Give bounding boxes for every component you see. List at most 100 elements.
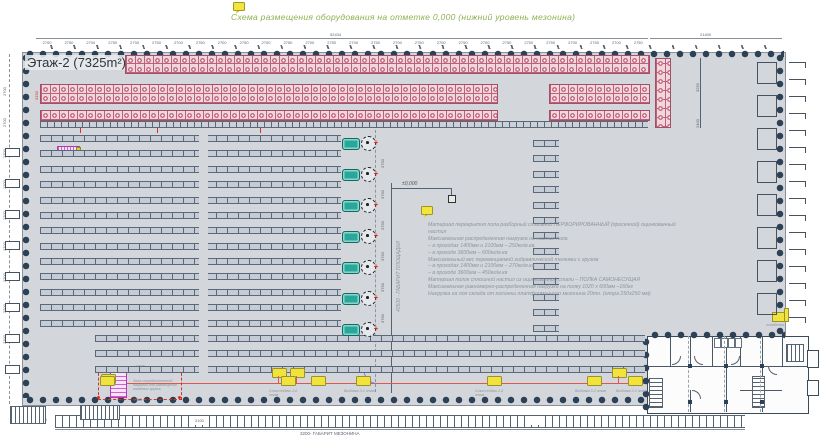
door-leaf-icon	[5, 241, 20, 250]
office-column	[760, 364, 764, 368]
dim-label-top: 2700	[605, 40, 627, 45]
grid-marker: +	[372, 263, 380, 271]
grid-marker: +	[372, 201, 380, 209]
grid-marker: +	[372, 325, 380, 333]
dim-label-top: 2750	[58, 40, 80, 45]
door-leaf-icon	[789, 79, 806, 85]
dim-label-mid: 3750	[380, 181, 385, 199]
door-leaf-icon	[789, 300, 806, 306]
dim-label-top: 2750	[540, 40, 562, 45]
clearance-line	[391, 183, 392, 393]
dim-label-top: 2750	[102, 40, 124, 45]
elevation-label: ±0,000	[402, 181, 417, 187]
door-leaf-icon	[789, 266, 806, 272]
dim-label-mid: 3750	[380, 150, 385, 168]
drum-rack-row	[40, 110, 498, 121]
floor-plan-drawing: Схема размещения оборудования на отметке…	[0, 0, 820, 440]
door-leaf-icon	[789, 198, 806, 204]
dim-label-top: 2700	[211, 40, 233, 45]
door-leaf-icon	[789, 147, 806, 153]
dim-label-top: 2700	[124, 40, 146, 45]
dim-label-top: 2700	[255, 40, 277, 45]
door-leaf-icon	[5, 148, 20, 157]
drawing-title: Схема размещения оборудования на отметке…	[231, 12, 575, 22]
door-leaf-icon	[789, 164, 806, 170]
red-mark	[157, 128, 158, 133]
door-leaf-icon	[789, 317, 806, 323]
dim-overall-left: 52434	[330, 32, 341, 37]
office-wall	[670, 336, 671, 366]
zone-label: Зона сосредоточенной нагрузки для размещ…	[133, 379, 179, 392]
dim-label-top: 2700	[474, 40, 496, 45]
door-leaf-icon	[5, 272, 20, 281]
callout-marker[interactable]	[628, 376, 643, 386]
red-mark	[260, 128, 261, 133]
stairs	[786, 344, 804, 362]
dim-label-top: 2700	[562, 40, 584, 45]
rack-row	[40, 289, 341, 296]
dim-label-mid: 3750	[380, 305, 385, 323]
dock-comb-strip	[55, 415, 745, 428]
picking-machine	[342, 324, 360, 336]
forklift-label: штабелер	[766, 323, 796, 327]
bottom-overall-dim: 3200- ГАБАРИТ МЕЗОНИНА	[300, 431, 360, 436]
dim-label: 3250	[695, 83, 700, 92]
door-leaf-icon	[789, 96, 806, 102]
exterior-stairs	[10, 406, 46, 424]
callout-marker[interactable]	[612, 368, 627, 378]
dim-label-top: 2700	[343, 40, 365, 45]
office-wall	[726, 366, 727, 412]
note-line: Нагрузка на пол склада от колонны платфо…	[428, 291, 768, 298]
wall-columns-right	[776, 52, 784, 338]
dim-label-top: 2700	[299, 40, 321, 45]
dock-door-pocket	[757, 128, 777, 150]
clearance-vertical-text: 40500 - ГАБАРИТ ПЛОЩАДКИ	[396, 241, 402, 312]
callout-marker[interactable]	[281, 376, 296, 386]
callout-marker[interactable]	[311, 376, 326, 386]
rack-row	[40, 135, 341, 142]
office-column	[724, 364, 728, 368]
dock-gap	[528, 416, 540, 425]
rack-row	[40, 258, 341, 265]
office-column	[688, 364, 692, 368]
dim-label-top: 2750	[277, 40, 299, 45]
conveyor-stub	[296, 376, 297, 383]
dim-label-mid: 3750	[380, 212, 385, 230]
dim-ticks-top	[30, 45, 784, 49]
wall-columns-left	[22, 52, 30, 398]
drum-rack-row	[40, 84, 498, 104]
door-leaf-icon	[789, 232, 806, 238]
rack-row	[95, 350, 645, 357]
dim-label: 2400	[695, 119, 700, 128]
picking-machine	[342, 231, 360, 243]
elevation-marker	[448, 195, 456, 203]
dock-door-pocket	[757, 194, 777, 216]
rack-row	[95, 366, 645, 373]
rack-row	[40, 320, 341, 327]
dim-label-top: 2700	[386, 40, 408, 45]
dim-label-top: 2700	[430, 40, 452, 45]
door-leaf-icon	[789, 113, 806, 119]
rack-bay	[533, 325, 559, 332]
office-annex	[807, 380, 819, 396]
rack-row	[40, 150, 341, 157]
callout-marker[interactable]	[487, 376, 502, 386]
dim-label-mid: 3750	[380, 243, 385, 261]
callout-marker[interactable]	[100, 376, 115, 386]
comment-icon[interactable]	[233, 2, 245, 11]
drum-rack-vertical	[655, 58, 671, 128]
dim-label-top: 2750	[584, 40, 606, 45]
rack-tick-band	[40, 121, 648, 128]
dim-label-top: 2750	[146, 40, 168, 45]
door-leaf-icon	[5, 210, 20, 219]
drum-rack-row	[549, 110, 650, 121]
conveyor-stub	[278, 376, 279, 383]
drum-rack-row	[125, 55, 650, 74]
conveyor-stub	[618, 376, 619, 383]
comment-icon[interactable]	[421, 206, 433, 215]
zone-dim-width: 3560	[133, 397, 142, 402]
callout-marker[interactable]	[356, 376, 371, 386]
zone-corner	[178, 396, 181, 399]
callout-marker[interactable]	[587, 376, 602, 386]
toilet-fixture	[735, 338, 742, 348]
